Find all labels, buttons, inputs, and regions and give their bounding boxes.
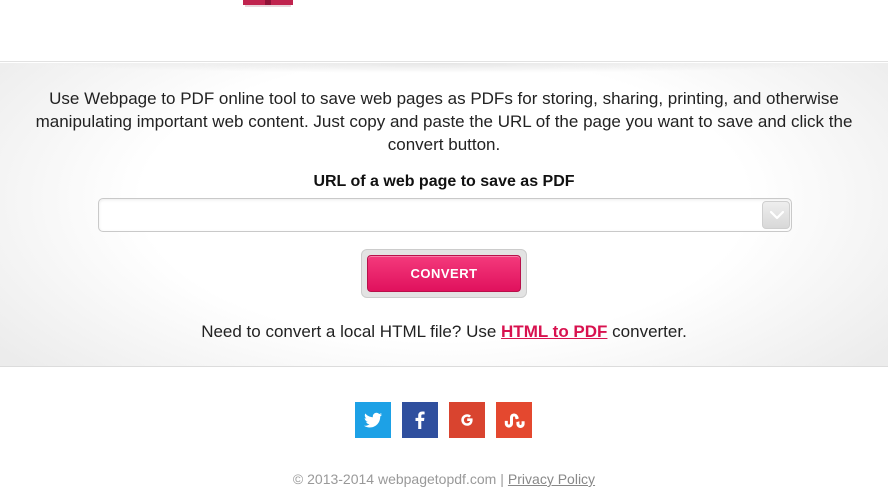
- privacy-policy-link[interactable]: Privacy Policy: [508, 471, 595, 487]
- google-icon: [461, 414, 473, 426]
- facebook-icon: [415, 411, 425, 429]
- local-file-hint: Need to convert a local HTML file? Use H…: [0, 322, 888, 342]
- twitter-share-button[interactable]: [355, 402, 391, 438]
- url-label: URL of a web page to save as PDF: [313, 173, 575, 190]
- footer: © 2013-2014 webpagetopdf.com | Privacy Pol…: [0, 471, 888, 487]
- facebook-share-button[interactable]: [402, 402, 438, 438]
- url-history-dropdown-button[interactable]: [762, 201, 790, 229]
- stumbleupon-share-button[interactable]: [496, 402, 532, 438]
- header-area: [0, 0, 888, 62]
- convert-button-frame: CONVERT: [361, 249, 527, 298]
- converter-panel: Use Webpage to PDF online tool to save w…: [0, 63, 888, 367]
- url-field[interactable]: [98, 198, 792, 232]
- social-share-bar: [355, 402, 533, 438]
- chevron-down-icon: [770, 211, 784, 220]
- panel-shadow: [40, 63, 848, 73]
- intro-text: Use Webpage to PDF online tool to save w…: [35, 89, 853, 154]
- copyright-text: © 2013-2014 webpagetopdf.com: [292, 471, 497, 487]
- logo-icon: [243, 0, 293, 7]
- html-to-pdf-link[interactable]: HTML to PDF: [501, 322, 607, 341]
- stumbleupon-icon: [504, 413, 525, 428]
- footer-separator: |: [500, 471, 504, 487]
- local-hint-suffix: converter.: [607, 322, 687, 341]
- url-input[interactable]: [107, 199, 757, 231]
- convert-button[interactable]: CONVERT: [367, 255, 521, 292]
- twitter-icon: [364, 412, 383, 428]
- local-hint-prefix: Need to convert a local HTML file? Use: [201, 322, 502, 341]
- google-share-button[interactable]: [449, 402, 485, 438]
